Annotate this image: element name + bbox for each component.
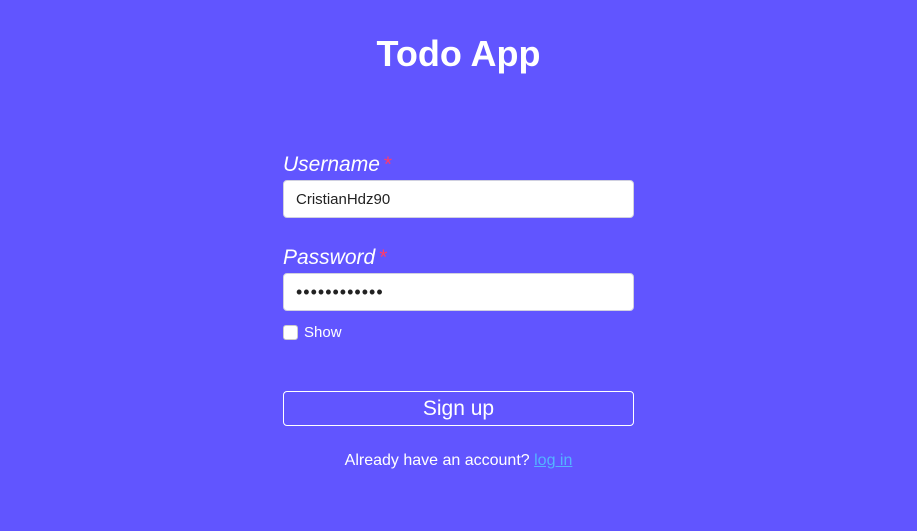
password-group: Password * xyxy=(283,243,634,311)
username-input[interactable] xyxy=(283,180,634,218)
login-prompt-row: Already have an account? log in xyxy=(283,452,634,470)
password-input[interactable] xyxy=(283,273,634,311)
username-required-marker: * xyxy=(383,153,393,176)
password-label: Password * xyxy=(283,243,634,273)
password-required-marker: * xyxy=(379,246,388,269)
app-title: Todo App xyxy=(376,33,541,74)
show-password-row: Show xyxy=(283,322,634,342)
login-prompt-text: Already have an account? xyxy=(344,452,530,469)
password-label-text: Password xyxy=(283,246,376,269)
show-password-label[interactable]: Show xyxy=(304,324,342,341)
username-group: Username * xyxy=(283,150,634,218)
username-label: Username * xyxy=(283,150,634,180)
signup-form: Username* Password* Show Sign up Already… xyxy=(283,150,634,470)
username-label-text: Username xyxy=(283,153,380,176)
show-password-checkbox[interactable] xyxy=(283,324,298,340)
login-link[interactable]: log in xyxy=(534,452,572,469)
signup-button[interactable]: Sign up xyxy=(283,391,634,426)
